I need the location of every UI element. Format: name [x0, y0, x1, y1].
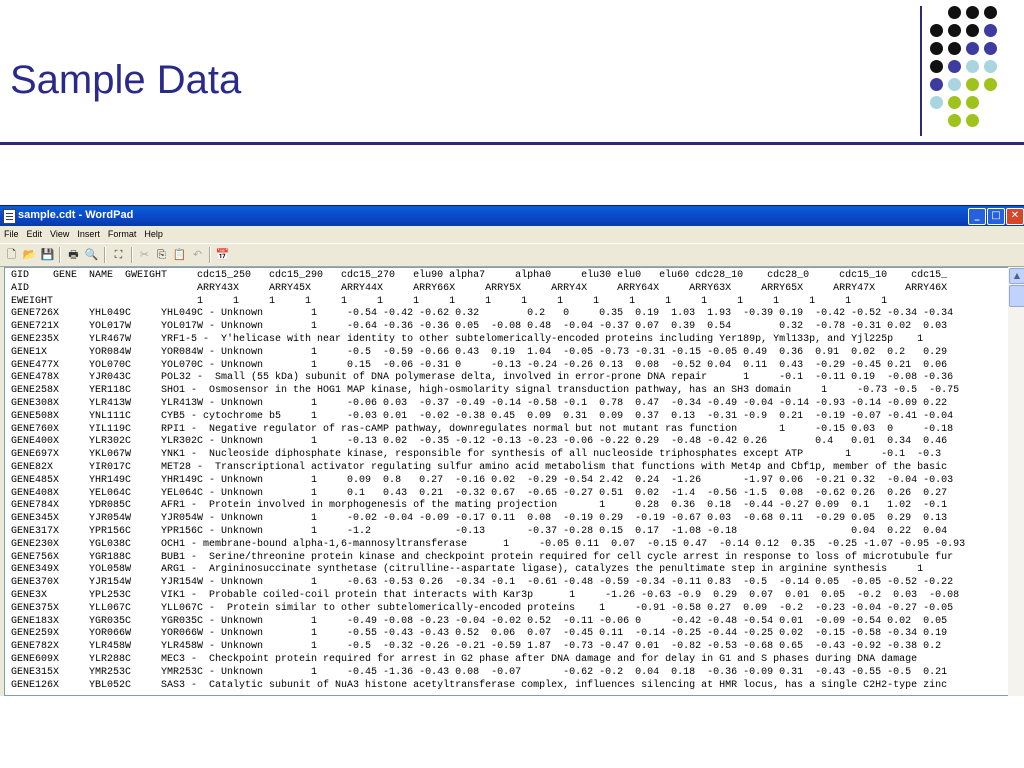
decorative-dot	[948, 96, 961, 109]
decorative-dot	[930, 96, 943, 109]
document-line: GENE315X YMR253C YMR253C - Unknown 1 -0.…	[11, 666, 948, 678]
menu-edit[interactable]: Edit	[23, 226, 47, 239]
document-line: GENE508X YNL111C CYB5 - cytochrome b5 1 …	[11, 410, 954, 422]
document-line: GENE230X YGL038C OCH1 - membrane-bound a…	[11, 538, 966, 550]
window-titlebar[interactable]: sample.cdt - WordPad _ □ ✕	[0, 206, 1024, 226]
document-line: GENE760X YIL119C RPI1 - Negative regulat…	[11, 423, 954, 435]
document-line: GENE477X YOL070C YOL070C - Unknown 1 0.1…	[11, 359, 948, 371]
document-line: GENE3X YPL253C VIK1 - Probable coiled-co…	[11, 589, 960, 601]
document-line: GENE235X YLR467W YRF1-5 - Y'helicase wit…	[11, 333, 924, 345]
document-line: GENE609X YLR288C MEC3 - Checkpoint prote…	[11, 653, 918, 665]
decorative-dot	[984, 6, 997, 19]
decorative-dot	[948, 42, 961, 55]
find-icon[interactable]: ⛶	[111, 247, 126, 262]
document-line: GENE259X YOR066W YOR066W - Unknown 1 -0.…	[11, 628, 948, 640]
document-line: GENE375X YLL067C YLL067C - Protein simil…	[11, 602, 954, 614]
document-line: GENE82X YIR017C MET28 - Transcriptional …	[11, 461, 948, 473]
decorative-dot-grid	[930, 6, 1020, 136]
decorative-dot	[930, 78, 943, 91]
decorative-dot	[966, 78, 979, 91]
decorative-dot	[930, 42, 943, 55]
decorative-dot	[984, 42, 997, 55]
slide-title: Sample Data	[10, 58, 242, 102]
menu-bar: File Edit View Insert Format Help	[0, 226, 1024, 243]
menu-format[interactable]: Format	[104, 226, 141, 239]
decorative-dot	[948, 24, 961, 37]
date-time-icon[interactable]: 📅	[215, 247, 230, 262]
maximize-button[interactable]: □	[987, 208, 1005, 225]
decorative-dot	[948, 60, 961, 73]
document-line: GENE126X YBL052C SAS3 - Catalytic subuni…	[11, 679, 948, 691]
document-line: GENE349X YOL058W ARG1 - Argininosuccinat…	[11, 564, 924, 576]
paste-icon[interactable]: 📋	[172, 247, 187, 262]
print-icon[interactable]: 🖶	[66, 247, 81, 262]
print-preview-icon[interactable]: 🔍	[84, 247, 99, 262]
toolbar-separator	[104, 247, 106, 263]
decorative-dot	[984, 24, 997, 37]
document-line: GID GENE NAME GWEIGHT cdc15_250 cdc15_29…	[11, 270, 948, 281]
copy-icon[interactable]: ⎘	[154, 247, 169, 262]
cut-icon[interactable]: ✂	[137, 247, 152, 262]
document-line: GENE408X YEL064C YEL064C - Unknown 1 0.1…	[11, 487, 948, 499]
menu-view[interactable]: View	[46, 226, 73, 239]
minimize-button[interactable]: _	[968, 208, 986, 225]
document-line: GENE721X YOL017W YOL017W - Unknown 1 -0.…	[11, 321, 948, 333]
decorative-dot	[930, 60, 943, 73]
document-line: GENE258X YER118C SHO1 - Osmosensor in th…	[11, 385, 960, 397]
document-line: GENE478X YJR043C POL32 - Small (55 kDa) …	[11, 372, 954, 384]
toolbar-separator	[59, 247, 61, 263]
document-text[interactable]: GID GENE NAME GWEIGHT cdc15_250 cdc15_29…	[11, 270, 965, 692]
decorative-dot	[966, 42, 979, 55]
close-button[interactable]: ✕	[1006, 208, 1024, 225]
document-line: GENE485X YHR149C YHR149C - Unknown 1 0.0…	[11, 474, 954, 486]
document-line: GENE1X YOR084W YOR084W - Unknown 1 -0.5 …	[11, 346, 948, 358]
toolbar-separator	[131, 247, 133, 263]
toolbar-separator	[209, 247, 211, 263]
decorative-dot	[966, 96, 979, 109]
menu-help[interactable]: Help	[140, 226, 167, 239]
decorative-dot	[948, 114, 961, 127]
document-line: GENE317X YPR156C YPR156C - Unknown 1 -1.…	[11, 525, 948, 537]
open-icon[interactable]: 📂	[22, 247, 37, 262]
document-line: GENE784X YDR085C AFR1 - Protein involved…	[11, 500, 948, 512]
decorative-dot	[948, 6, 961, 19]
decorative-dot	[966, 60, 979, 73]
decorative-dot	[948, 78, 961, 91]
wordpad-window: sample.cdt - WordPad _ □ ✕ File Edit View I…	[0, 205, 1024, 696]
decorative-dot	[930, 24, 943, 37]
decorative-dot	[984, 60, 997, 73]
document-area[interactable]: GID GENE NAME GWEIGHT cdc15_250 cdc15_29…	[4, 267, 1010, 696]
title-divider	[0, 142, 1024, 145]
document-line: GENE308X YLR413W YLR413W - Unknown 1 -0.…	[11, 397, 948, 409]
new-icon[interactable]: 🗋	[4, 247, 19, 262]
decorative-dot	[966, 6, 979, 19]
document-line: GENE183X YGR035C YGR035C - Unknown 1 -0.…	[11, 615, 948, 627]
wordpad-document-icon[interactable]	[3, 209, 16, 224]
document-line: GENE370X YJR154W YJR154W - Unknown 1 -0.…	[11, 577, 954, 589]
vertical-scrollbar[interactable]: ▲	[1008, 267, 1024, 696]
scroll-up-icon[interactable]: ▲	[1009, 268, 1024, 284]
menu-insert[interactable]: Insert	[73, 226, 104, 239]
decorative-dot	[966, 114, 979, 127]
undo-icon[interactable]: ↶	[190, 247, 205, 262]
document-line: GENE400X YLR302C YLR302C - Unknown 1 -0.…	[11, 436, 948, 448]
decorative-dot	[966, 24, 979, 37]
save-icon[interactable]: 💾	[40, 247, 55, 262]
document-line: EWEIGHT 1 1 1 1 1 1 1 1 1 1 1 1 1 1 1 1 …	[11, 295, 888, 307]
document-line: GENE697X YKL067W YNK1 - Nucleoside dipho…	[11, 449, 942, 461]
document-line: GENE782X YLR458W YLR458W - Unknown 1 -0.…	[11, 641, 942, 653]
document-line: AID ARRY43X ARRY45X ARRY44X ARRY66X ARRY…	[11, 282, 948, 294]
document-line: GENE756X YGR188C BUB1 - Serine/threonine…	[11, 551, 954, 563]
document-line: GENE345X YJR054W YJR054W - Unknown 1 -0.…	[11, 513, 948, 525]
document-line: GENE726X YHL049C YHL049C - Unknown 1 -0.…	[11, 308, 954, 320]
menu-file[interactable]: File	[0, 226, 23, 239]
decorative-dot	[984, 78, 997, 91]
scroll-thumb[interactable]	[1009, 285, 1024, 307]
toolbar: 🗋 📂 💾 🖶 🔍 ⛶ ✂ ⎘ 📋 ↶ 📅	[0, 243, 1024, 267]
vertical-divider	[920, 6, 922, 136]
window-title: sample.cdt - WordPad	[18, 209, 134, 221]
